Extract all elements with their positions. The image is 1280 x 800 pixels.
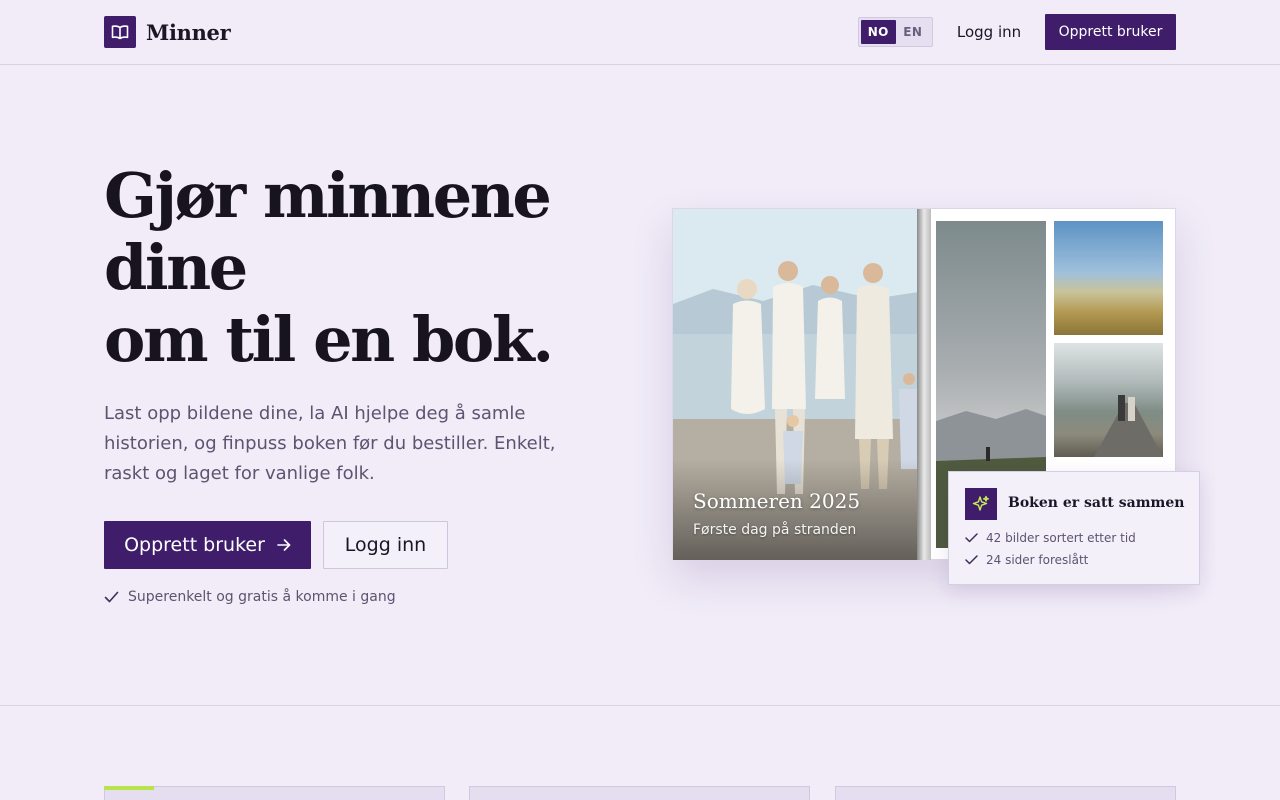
book-ready-item: 42 bilder sortert etter tid xyxy=(965,531,1136,545)
cover-title: Sommeren 2025 xyxy=(693,489,861,513)
hero-title-line-1: Gjør minnene xyxy=(104,159,552,232)
brand-logo[interactable]: Minner xyxy=(104,16,231,48)
hero-signup-button[interactable]: Opprett bruker xyxy=(104,521,311,569)
language-switcher: NO EN xyxy=(858,17,933,47)
open-book-icon xyxy=(104,16,136,48)
book-ready-item: 24 sider foreslått xyxy=(965,553,1088,567)
arrow-right-icon xyxy=(277,539,291,551)
book-ready-card: Boken er satt sammen 42 bilder sortert e… xyxy=(948,471,1200,585)
hero-title-line-2: dine xyxy=(104,231,248,304)
check-icon xyxy=(104,591,119,603)
hero-title-line-3: om til en bok. xyxy=(104,303,554,376)
hero-login-button[interactable]: Logg inn xyxy=(323,521,448,569)
check-icon xyxy=(965,555,978,565)
hero-title: Gjør minnene dine om til en bok. xyxy=(104,160,624,376)
couple-walking-photo xyxy=(1054,343,1163,457)
feature-card xyxy=(835,786,1176,800)
book-ready-title: Boken er satt sammen xyxy=(1008,495,1185,511)
site-header: Minner NO EN Logg inn Opprett bruker xyxy=(0,0,1280,65)
book-ready-item-text: 24 sider foreslått xyxy=(986,553,1089,567)
hero-note-text: Superenkelt og gratis å komme i gang xyxy=(128,589,396,605)
feature-card xyxy=(469,786,810,800)
hero-subtitle: Last opp bildene dine, la AI hjelpe deg … xyxy=(104,403,556,484)
header-signup-button[interactable]: Opprett bruker xyxy=(1045,14,1176,50)
hero-signup-label: Opprett bruker xyxy=(124,534,265,556)
hero-note: Superenkelt og gratis å komme i gang xyxy=(104,589,396,605)
lang-option-no[interactable]: NO xyxy=(861,20,896,44)
feature-card xyxy=(104,786,445,800)
sparkle-icon xyxy=(965,488,997,520)
book-ready-item-text: 42 bilder sortert etter tid xyxy=(986,531,1136,545)
book-spine xyxy=(917,209,931,560)
flower-field-photo xyxy=(1054,221,1163,335)
cover-subtitle: Første dag på stranden xyxy=(693,522,857,538)
check-icon xyxy=(965,533,978,543)
section-divider xyxy=(0,705,1280,706)
header-login-link[interactable]: Logg inn xyxy=(948,14,1030,50)
book-cover-photo: Sommeren 2025 Første dag på stranden xyxy=(673,209,925,560)
brand-name: Minner xyxy=(146,19,231,45)
lang-option-en[interactable]: EN xyxy=(896,20,931,44)
feature-card-accent xyxy=(104,786,154,790)
